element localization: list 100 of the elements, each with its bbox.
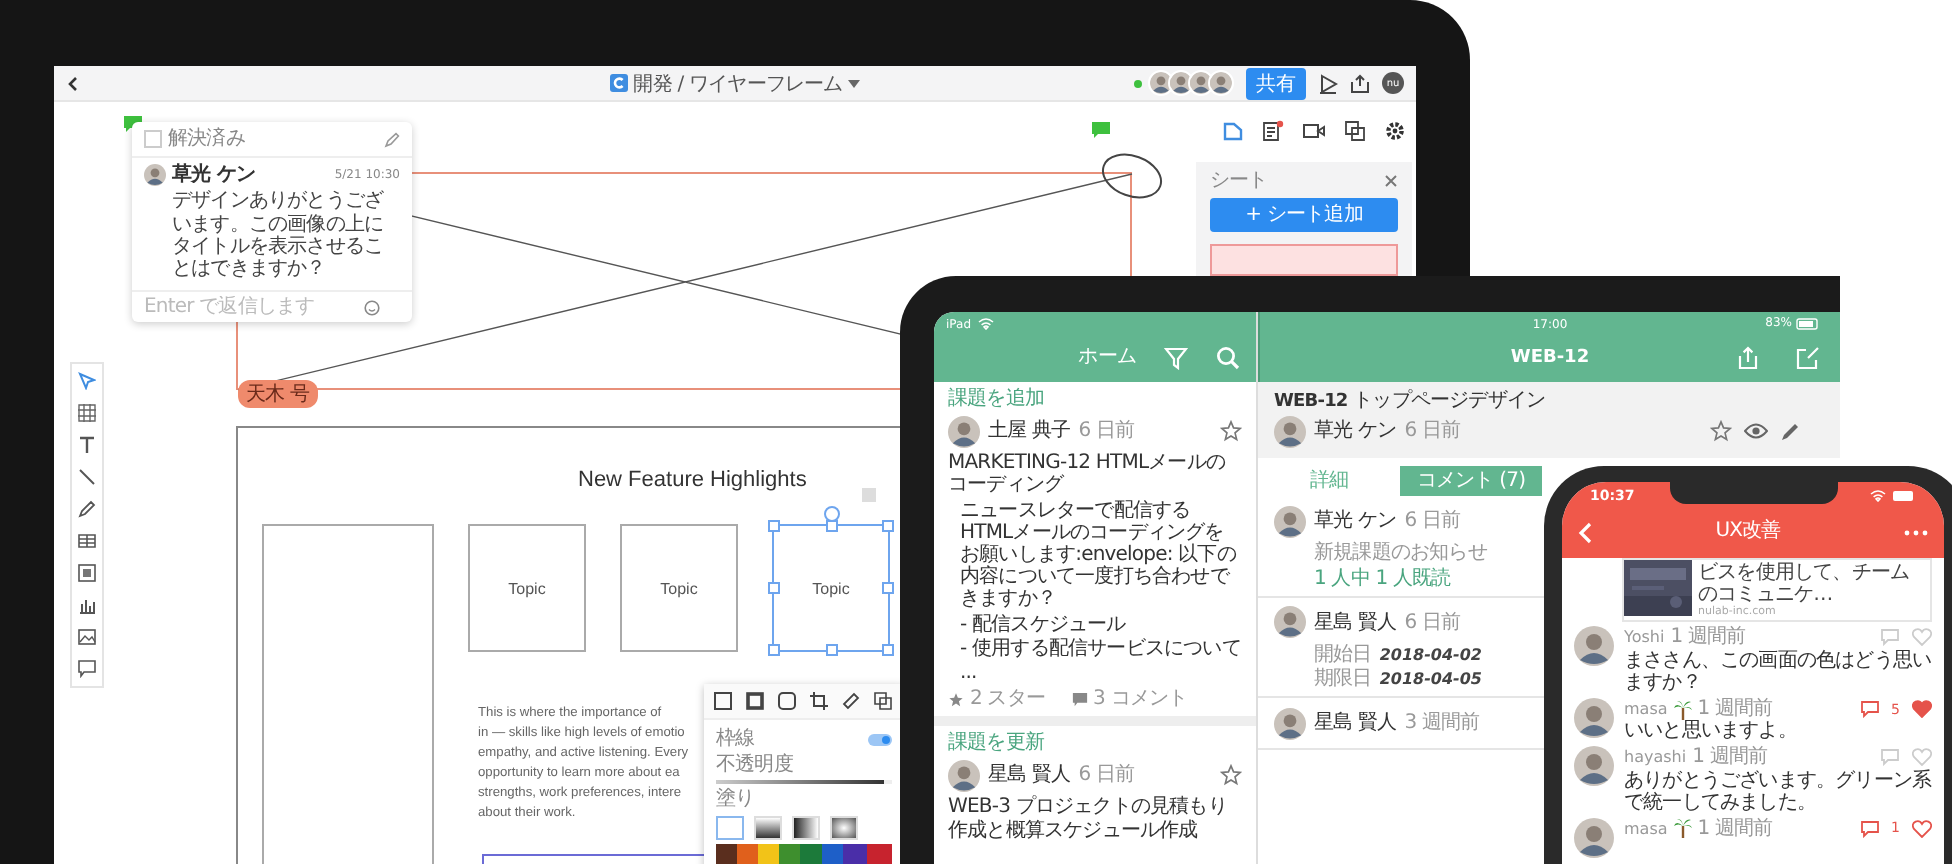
avatar — [1274, 505, 1306, 538]
author-name: 星島 賢人 — [1314, 712, 1397, 735]
resolved-checkbox[interactable] — [144, 130, 162, 149]
issue-title[interactable]: WEB-3 プロジェクトの見積もり作成と概算スケジュール作成 — [948, 796, 1242, 842]
close-icon[interactable] — [1384, 174, 1398, 189]
layers-icon[interactable] — [874, 692, 892, 710]
comment-icon — [1071, 691, 1088, 708]
opacity-label: 不透明度 — [716, 754, 795, 777]
watch-icon[interactable] — [1744, 422, 1768, 441]
activity-label: 課題を更新 — [948, 732, 1047, 755]
settings-icon[interactable] — [1384, 120, 1406, 142]
heart-icon[interactable] — [1912, 819, 1932, 838]
avatar — [1274, 707, 1306, 740]
resize-handle[interactable] — [768, 520, 780, 532]
caret-icon[interactable] — [848, 79, 861, 87]
comment-pin-icon[interactable] — [1092, 122, 1110, 140]
fill-swatch[interactable] — [716, 815, 744, 840]
star-icon[interactable] — [1220, 764, 1242, 787]
field-value: 2018-04-05 — [1379, 669, 1482, 688]
reply-icon[interactable] — [1859, 819, 1880, 838]
star-icon[interactable] — [1710, 420, 1732, 443]
comment-text: まささん、この画面の色はどう思いますか？ — [1624, 649, 1932, 694]
crop-icon[interactable] — [810, 692, 828, 710]
resize-handle[interactable] — [882, 520, 894, 532]
field-label: 開始日 — [1314, 643, 1372, 666]
breadcrumb[interactable]: 開発 / ワイヤーフレーム — [633, 69, 843, 97]
frame-label: 天木 号 — [238, 380, 318, 408]
link-description: ビスを使用して、チームのコミュニケ… — [1698, 562, 1912, 607]
color-palette[interactable] — [716, 843, 892, 864]
fill-swatch[interactable] — [792, 815, 820, 840]
wifi-icon — [1870, 489, 1886, 501]
field-value: 2018-04-02 — [1379, 645, 1482, 664]
post-time: 6 日前 — [1078, 420, 1135, 443]
emoji-icon[interactable] — [364, 299, 380, 316]
square-icon[interactable] — [714, 692, 732, 710]
border-toggle[interactable] — [868, 733, 892, 746]
bold-square-icon[interactable] — [746, 692, 764, 710]
star-icon — [948, 691, 964, 708]
back-icon[interactable] — [66, 75, 78, 91]
comment-text: デザインありがとうございます。この画像の上にタイトルを表示させることはできますか？ — [170, 188, 386, 284]
opacity-slider[interactable] — [716, 780, 884, 785]
play-icon[interactable] — [1318, 73, 1338, 93]
table-tool-icon[interactable] — [78, 532, 96, 550]
resize-handle[interactable] — [882, 582, 894, 594]
component-tool-icon[interactable] — [78, 564, 96, 582]
compose-icon[interactable] — [1796, 346, 1820, 370]
resize-handle[interactable] — [768, 582, 780, 594]
pencil-icon[interactable] — [384, 131, 400, 148]
author-name: 星島 賢人 — [988, 764, 1071, 788]
sheet-thumbnail[interactable] — [1210, 244, 1398, 277]
avatar — [1274, 606, 1306, 639]
fill-swatch[interactable] — [754, 815, 782, 840]
rounded-square-icon[interactable] — [778, 692, 796, 710]
search-icon[interactable] — [1216, 346, 1240, 370]
more-icon[interactable] — [1903, 529, 1928, 535]
commenter-name: Yoshi — [1624, 628, 1665, 647]
rotate-handle[interactable] — [823, 506, 839, 522]
avatar — [948, 415, 980, 448]
edit-icon[interactable] — [1780, 421, 1800, 442]
sheet-icon[interactable] — [1222, 120, 1244, 142]
author-name: 草光 ケン — [1314, 510, 1397, 533]
pointer-icon[interactable] — [78, 372, 96, 390]
resize-handle[interactable] — [825, 644, 837, 656]
avatar — [948, 759, 980, 792]
line-tool-icon[interactable] — [78, 468, 96, 486]
issue-title: WEB-12 トップページデザイン — [1274, 390, 1548, 413]
panel-title: シート — [1210, 170, 1268, 193]
comment-tool-icon[interactable] — [78, 660, 96, 678]
chart-tool-icon[interactable] — [78, 596, 96, 614]
notes-icon[interactable] — [1262, 120, 1284, 142]
post-time: 6 日前 — [1404, 420, 1461, 443]
text-tool-icon[interactable] — [78, 436, 96, 454]
resize-handle[interactable] — [825, 520, 837, 532]
fill-swatch[interactable] — [830, 815, 858, 840]
battery-icon — [1892, 489, 1916, 501]
reply-icon[interactable] — [1859, 700, 1880, 719]
field-label: 期限日 — [1314, 667, 1372, 691]
copy-icon[interactable] — [1344, 120, 1366, 142]
resize-handle[interactable] — [768, 644, 780, 656]
pen-tool-icon[interactable] — [78, 500, 96, 518]
share-icon[interactable] — [1736, 346, 1760, 370]
comment-time: 1 週間前 — [1692, 746, 1768, 769]
video-icon[interactable] — [1302, 120, 1326, 142]
link-icon[interactable] — [842, 692, 860, 710]
frame-tool-icon[interactable] — [78, 404, 96, 422]
avatar — [1274, 415, 1306, 448]
issue-title[interactable]: MARKETING-12 HTMLメールのコーディング — [948, 452, 1242, 498]
comment-time: 1 週間前 — [1670, 626, 1746, 650]
commenter-name: masa — [1624, 819, 1668, 838]
comment-text: 新規課題のお知らせ — [1314, 542, 1487, 566]
filter-icon[interactable] — [1164, 346, 1188, 370]
resize-handle[interactable] — [882, 644, 894, 656]
topic-box[interactable]: Topic — [468, 524, 586, 652]
star-icon[interactable] — [1220, 420, 1242, 443]
topic-box[interactable]: Topic — [620, 524, 738, 652]
heart-icon[interactable] — [1912, 700, 1932, 719]
border-label: 枠線 — [716, 728, 755, 751]
post-time: 3 週間前 — [1404, 712, 1480, 735]
image-tool-icon[interactable] — [78, 628, 96, 646]
export-icon[interactable] — [1350, 73, 1370, 93]
